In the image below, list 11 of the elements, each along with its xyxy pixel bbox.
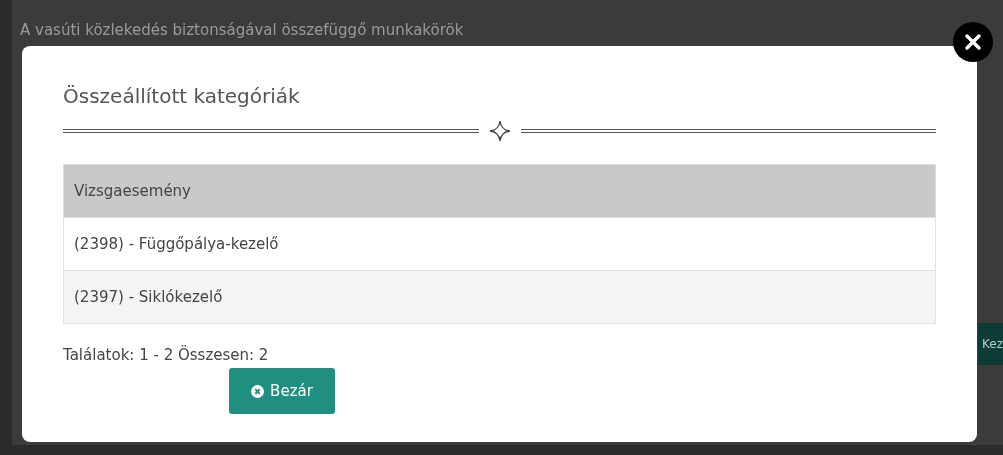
- column-header: Vizsgaesemény: [63, 164, 936, 218]
- page-button[interactable]: Kez: [978, 323, 1003, 365]
- results-summary: Találatok: 1 - 2 Összesen: 2: [63, 346, 270, 364]
- table-cell: (2397) - Siklókezelő: [63, 270, 936, 324]
- close-icon[interactable]: [953, 22, 993, 62]
- modal-title: Összeállított kategóriák: [63, 83, 301, 110]
- star-icon: [488, 120, 511, 142]
- circle-x-icon: [251, 384, 265, 398]
- table-cell: (2398) - Függőpálya-kezelő: [63, 217, 936, 271]
- close-button[interactable]: Bezár: [229, 368, 335, 414]
- page-title: A vasúti közlekedés biztonságával összefüggő munkakörök: [19, 20, 465, 40]
